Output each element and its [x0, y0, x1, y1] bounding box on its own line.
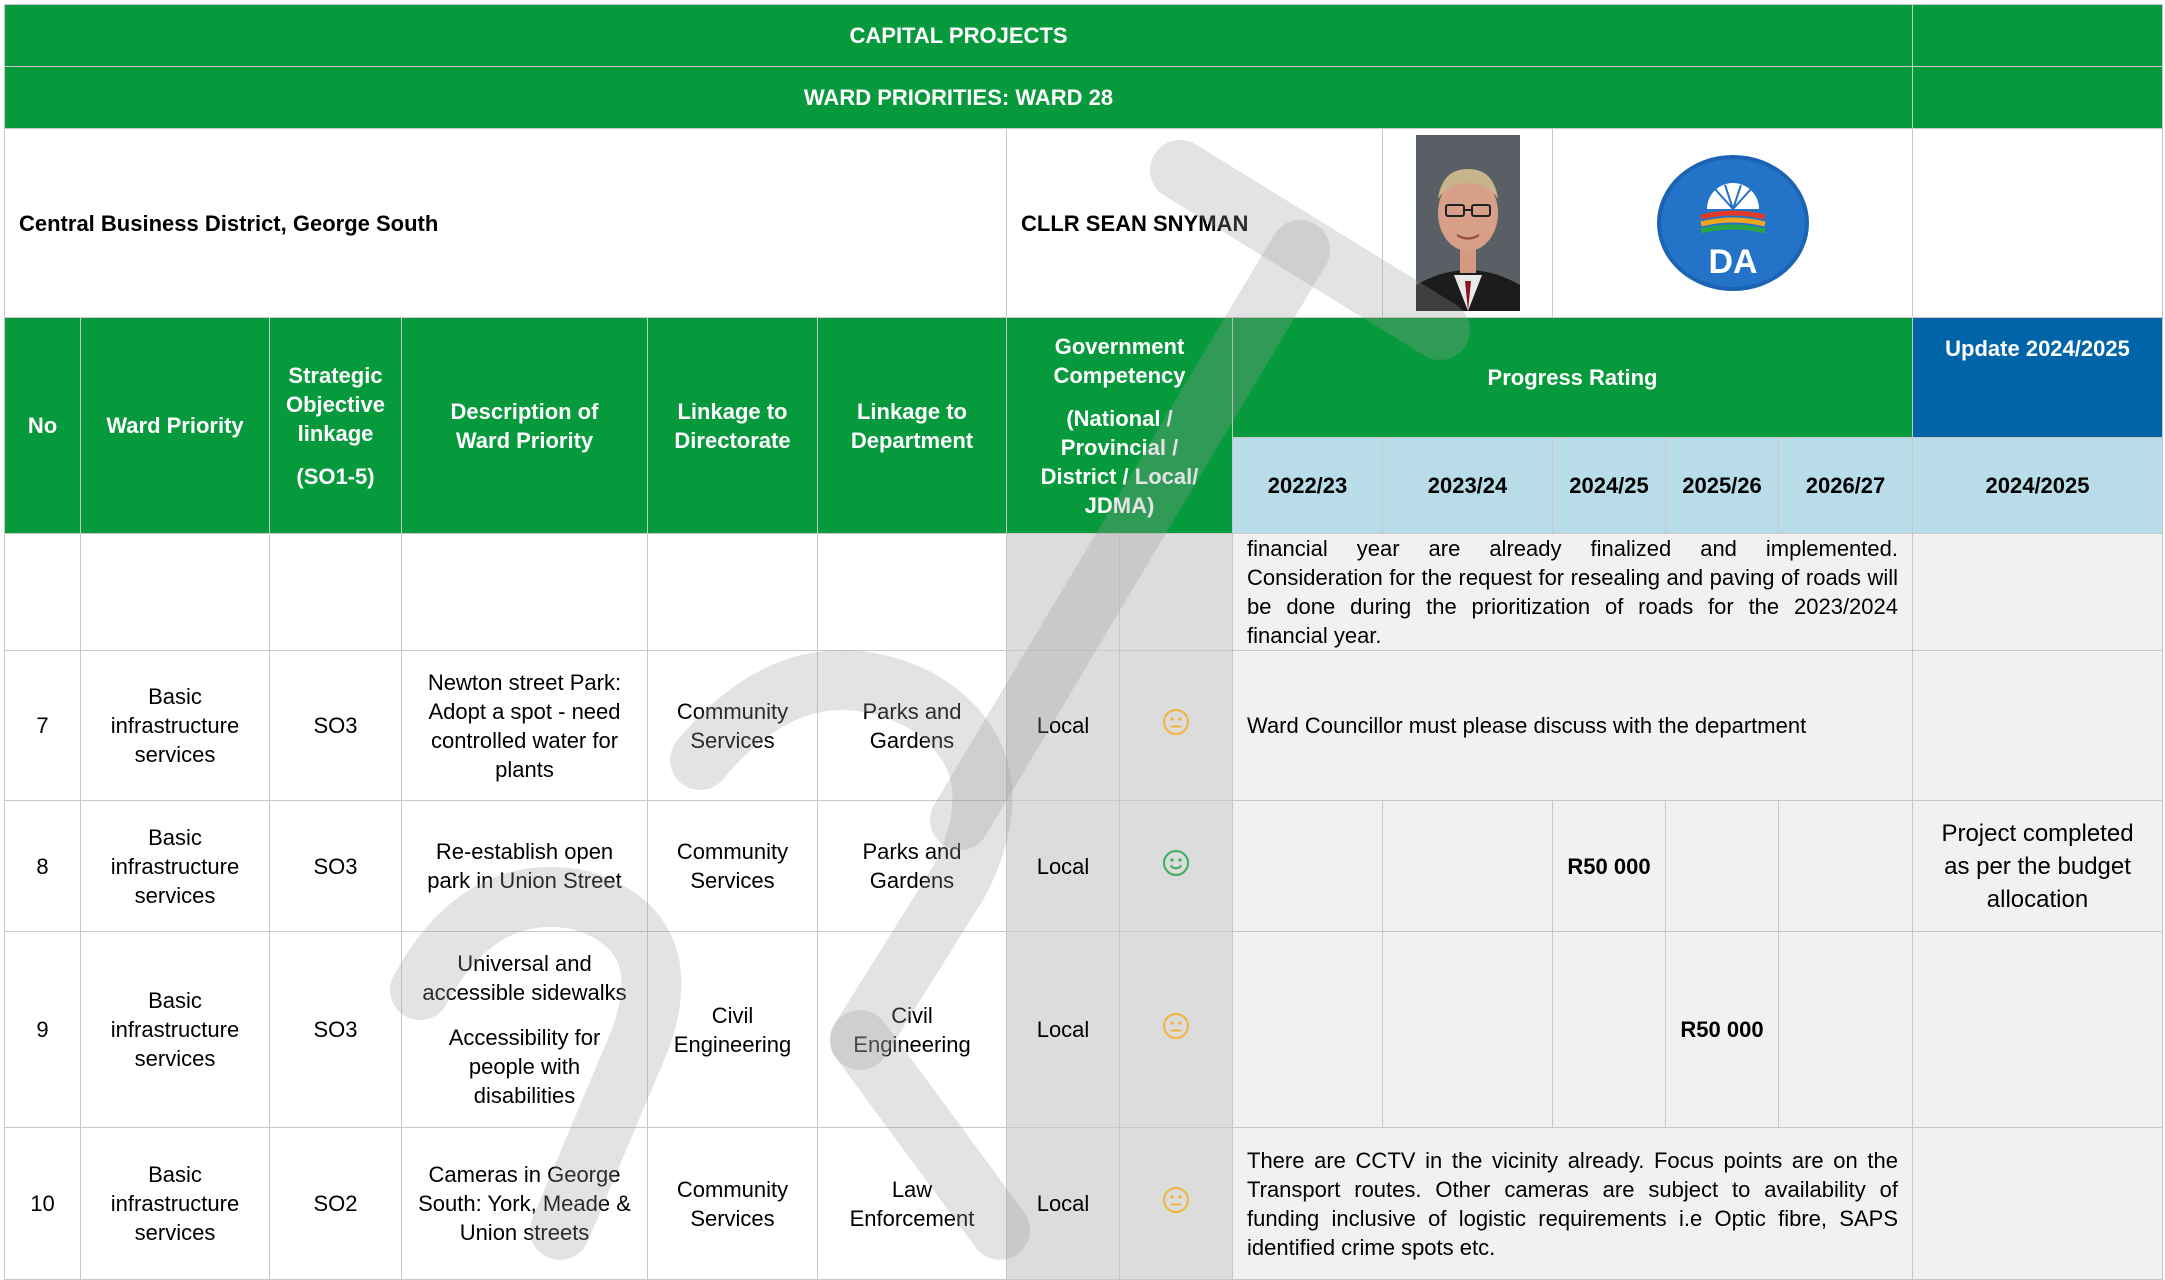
neutral-face-icon: [1162, 708, 1190, 736]
table-row: 10 Basic infrastructure services SO2 Cam…: [4, 1127, 2163, 1280]
row-department: Parks and Gardens: [817, 800, 1007, 932]
row-description: Re-establish open park in Union Street: [401, 800, 648, 932]
happy-face-icon: [1162, 849, 1190, 877]
year-header: 2024/25: [1552, 437, 1666, 534]
table-row: 9 Basic infrastructure services SO3 Univ…: [4, 931, 2163, 1128]
rating-cell: [1119, 650, 1233, 801]
row-department: Parks and Gardens: [817, 650, 1007, 801]
da-logo-icon: DA: [1656, 155, 1809, 291]
row-competency: Local: [1006, 800, 1120, 932]
neutral-face-icon: [1162, 1012, 1190, 1040]
row-no: 10: [4, 1127, 81, 1280]
col-header-strategic-objective: Strategic Objective linkage (SO1-5): [269, 317, 402, 534]
row-priority: Basic infrastructure services: [80, 1127, 270, 1280]
update-year-header: 2024/2025: [1912, 437, 2163, 534]
row-priority: Basic infrastructure services: [80, 931, 270, 1128]
col-header-no: No: [4, 317, 81, 534]
progress-comment: financial year are already finalized and…: [1232, 533, 1913, 651]
row-so: SO2: [269, 1127, 402, 1280]
year-header: 2026/27: [1778, 437, 1913, 534]
row-no: 7: [4, 650, 81, 801]
table-subtitle: WARD PRIORITIES: WARD 28: [4, 66, 1913, 129]
col-header-competency: Government Competency (National / Provin…: [1006, 317, 1233, 534]
row-priority: Basic infrastructure services: [80, 650, 270, 801]
row-department: Law Enforcement: [817, 1127, 1007, 1280]
councillor-name: CLLR SEAN SNYMAN: [1006, 128, 1383, 318]
year-header: 2023/24: [1382, 437, 1553, 534]
row-directorate: Community Services: [647, 1127, 818, 1280]
year-header: 2022/23: [1232, 437, 1383, 534]
col-header-update: Update 2024/2025: [1912, 317, 2163, 438]
col-header-directorate: Linkage to Directorate: [647, 317, 818, 534]
update-text: Project completed as per the budget allo…: [1912, 800, 2163, 932]
row-department: Civil Engineering: [817, 931, 1007, 1128]
row-description: Universal and accessible sidewalks Acces…: [401, 931, 648, 1128]
ward-priorities-table: CAPITAL PROJECTS WARD PRIORITIES: WARD 2…: [4, 4, 2163, 1280]
budget-2024-25: R50 000: [1552, 800, 1666, 932]
row-directorate: Civil Engineering: [647, 931, 818, 1128]
table-row: 8 Basic infrastructure services SO3 Re-e…: [4, 800, 2163, 932]
year-header: 2025/26: [1665, 437, 1779, 534]
da-logo-text: DA: [1708, 243, 1757, 281]
row-competency: Local: [1006, 931, 1120, 1128]
rating-cell: [1119, 800, 1233, 932]
table-title: CAPITAL PROJECTS: [4, 4, 1913, 67]
councillor-photo: [1382, 128, 1553, 318]
row-directorate: Community Services: [647, 800, 818, 932]
col-header-description: Description of Ward Priority: [401, 317, 648, 534]
row-no: 9: [4, 931, 81, 1128]
row-no: 8: [4, 800, 81, 932]
row-description: Cameras in George South: York, Meade & U…: [401, 1127, 648, 1280]
row-priority: Basic infrastructure services: [80, 800, 270, 932]
councillor-portrait-image: [1415, 135, 1520, 311]
row-competency: Local: [1006, 1127, 1120, 1280]
party-logo: DA: [1552, 128, 1913, 318]
budget-2025-26: R50 000: [1665, 931, 1779, 1128]
table-row: financial year are already finalized and…: [4, 533, 2163, 651]
row-so: SO3: [269, 931, 402, 1128]
ward-area: Central Business District, George South: [4, 128, 1007, 318]
progress-comment: Ward Councillor must please discuss with…: [1232, 650, 1913, 801]
col-header-department: Linkage to Department: [817, 317, 1007, 534]
rating-cell: [1119, 931, 1233, 1128]
col-header-ward-priority: Ward Priority: [80, 317, 270, 534]
col-header-progress-rating: Progress Rating: [1232, 317, 1913, 438]
row-so: SO3: [269, 800, 402, 932]
row-directorate: Community Services: [647, 650, 818, 801]
row-so: SO3: [269, 650, 402, 801]
table-row: 7 Basic infrastructure services SO3 Newt…: [4, 650, 2163, 801]
row-competency: Local: [1006, 650, 1120, 801]
rating-cell: [1119, 1127, 1233, 1280]
neutral-face-icon: [1162, 1186, 1190, 1214]
row-description: Newton street Park: Adopt a spot - need …: [401, 650, 648, 801]
progress-comment: There are CCTV in the vicinity already. …: [1232, 1127, 1913, 1280]
